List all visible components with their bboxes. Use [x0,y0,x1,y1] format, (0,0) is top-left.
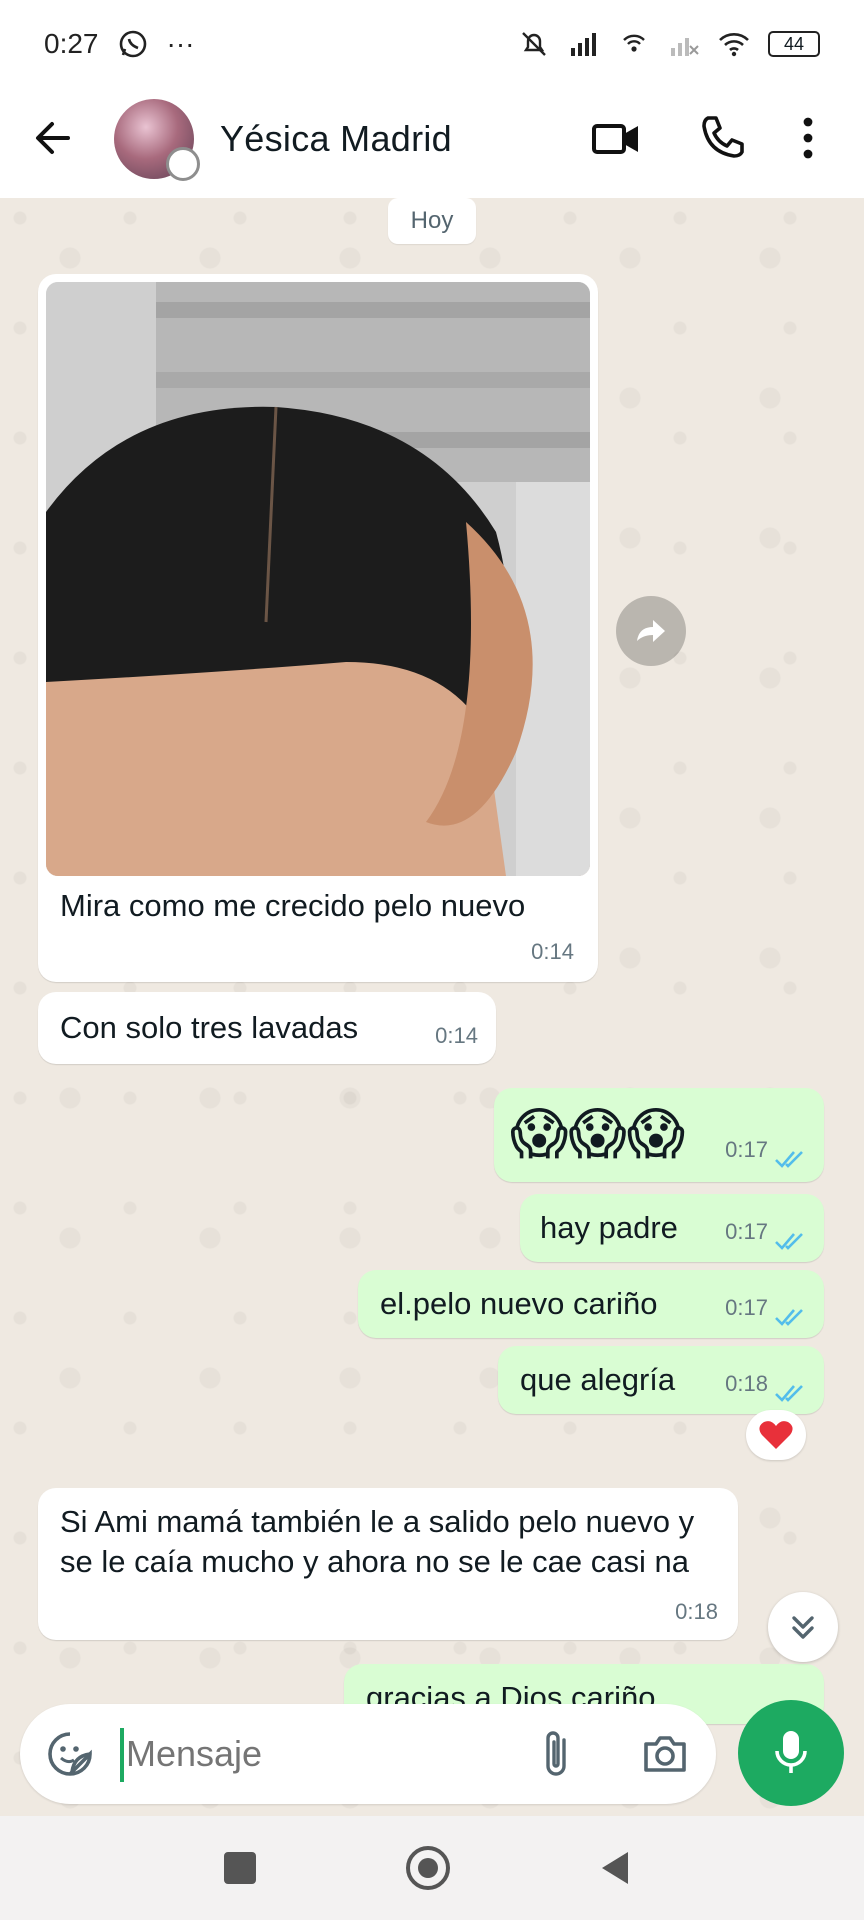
message-text: Si Ami mamá también le a salido pelo nue… [60,1504,695,1579]
status-bar: 0:27 ··· 44 [0,0,864,88]
message-composer[interactable] [20,1704,716,1804]
message-text: el.pelo nuevo cariño [380,1286,658,1321]
read-ticks-icon [775,1233,803,1250]
message-time: 0:14 [531,939,574,964]
mic-icon [775,1731,807,1773]
system-nav-bar [0,1816,864,1920]
signal-weak-icon [671,38,699,56]
message-time: 0:17 [725,1295,768,1320]
date-chip: Hoy [388,198,476,244]
battery-indicator: 44 [768,31,820,57]
hotspot-icon [623,34,645,52]
chat-area[interactable]: Hoy Mira como me crecido pelo nuevo 0:14 [0,198,864,1816]
wifi-icon [719,33,749,57]
back-arrow-icon[interactable] [28,112,80,164]
read-ticks-icon [775,1385,803,1402]
nav-back-icon[interactable] [598,1850,632,1886]
whatsapp-icon [119,30,146,58]
read-ticks-icon [775,1151,803,1168]
outgoing-message[interactable]: hay padre 0:17 [520,1194,824,1262]
outgoing-message[interactable]: que alegría 0:18 [498,1346,824,1414]
video-call-icon[interactable] [588,110,644,166]
message-time: 0:14 [435,1023,478,1048]
phone-icon[interactable] [694,110,750,166]
message-input[interactable] [126,1726,546,1782]
message-time: 0:17 [725,1137,768,1162]
status-more: ··· [166,28,195,59]
incoming-message[interactable]: Si Ami mamá también le a salido pelo nue… [38,1488,738,1640]
camera-icon[interactable] [640,1730,690,1778]
text-caret [120,1728,124,1782]
photo-caption: Mira como me crecido pelo nuevo [60,888,526,923]
message-text: 😱😱😱 [510,1102,686,1165]
signal-icon [571,33,596,56]
message-time: 0:18 [675,1599,718,1624]
contact-name[interactable]: Yésica Madrid [220,118,452,160]
forward-icon [637,620,665,642]
message-time: 0:18 [725,1371,768,1396]
sticker-icon[interactable] [46,1730,94,1778]
incoming-message[interactable]: Con solo tres lavadas 0:14 [38,992,496,1064]
message-time: 0:17 [725,1219,768,1244]
nav-home-icon[interactable] [406,1846,450,1890]
outgoing-message[interactable]: el.pelo nuevo cariño 0:17 [358,1270,824,1338]
more-vert-icon[interactable] [788,110,828,166]
status-time: 0:27 [44,28,99,59]
message-photo[interactable] [46,282,590,876]
attach-icon[interactable] [538,1728,578,1780]
avatar[interactable] [114,99,200,181]
message-text: Con solo tres lavadas [60,1010,359,1045]
scroll-to-bottom-button[interactable] [768,1592,838,1662]
chevron-double-down-icon [792,1616,814,1639]
forward-button[interactable] [616,596,686,666]
battery-level: 44 [783,33,805,54]
status-ring-icon [166,147,200,181]
read-ticks-icon [775,1309,803,1326]
photo-message[interactable]: Mira como me crecido pelo nuevo 0:14 [38,274,598,982]
message-text: hay padre [540,1210,678,1245]
mute-bell-icon [522,32,546,56]
nav-recents-icon[interactable] [224,1852,256,1884]
mic-button[interactable] [738,1700,844,1806]
heart-icon [759,1421,793,1449]
outgoing-message[interactable]: 😱😱😱 0:17 [494,1088,824,1182]
photo-content [46,282,590,876]
chat-header: Yésica Madrid [0,88,864,198]
reaction-badge[interactable] [746,1410,806,1460]
message-text: que alegría [520,1362,676,1397]
